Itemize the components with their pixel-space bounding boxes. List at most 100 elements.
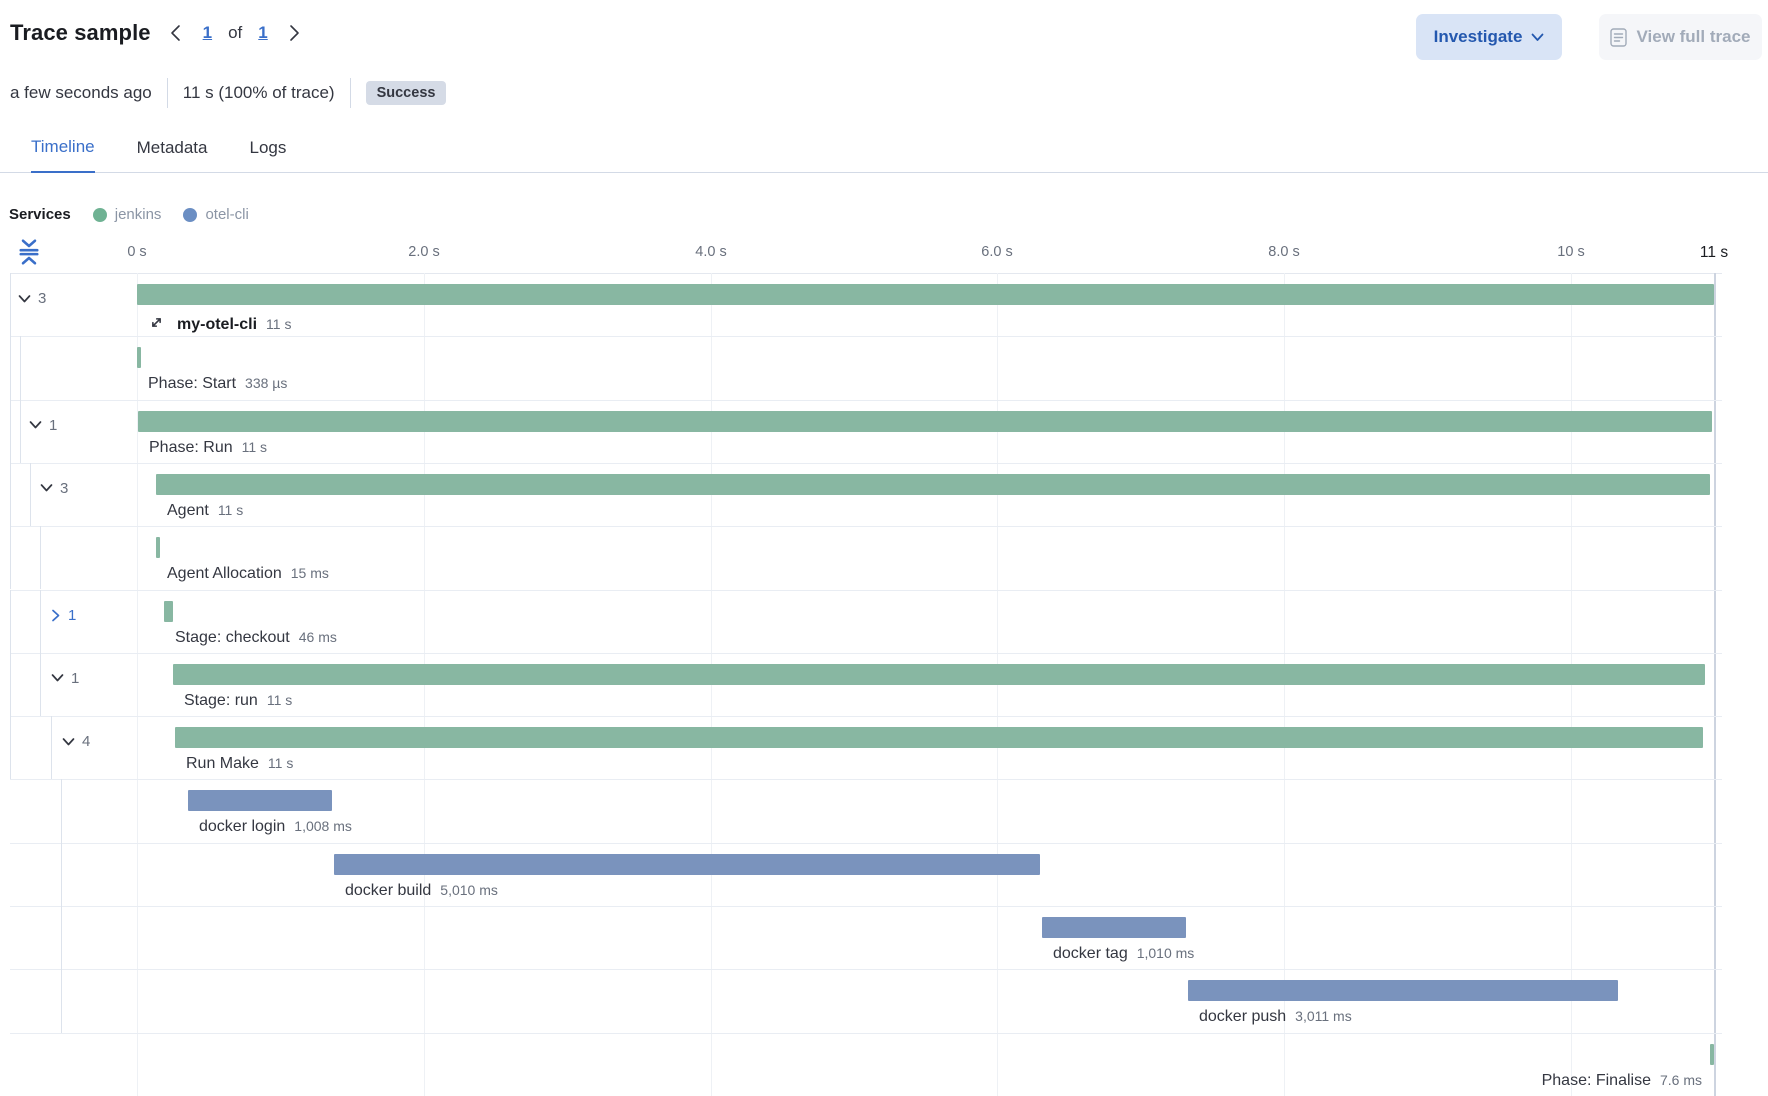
waterfall-row-my-otel-cli[interactable]: 3 my-otel-cli11 s: [0, 273, 1768, 336]
span-label-agent[interactable]: Agent 11 s: [167, 502, 243, 520]
legend-item-jenkins: jenkins: [93, 206, 162, 223]
span-bar-docker-build[interactable]: [334, 854, 1040, 875]
span-label-docker-tag[interactable]: docker tag 1,010 ms: [1053, 945, 1194, 963]
axis-tick-4-0-s: 4.0 s: [695, 244, 726, 260]
span-bar-my-otel-cli[interactable]: [137, 284, 1714, 305]
waterfall-row-agent-allocation[interactable]: Agent Allocation15 ms: [0, 526, 1768, 589]
child-count: 1: [49, 417, 57, 434]
span-label-docker-login[interactable]: docker login1,008 ms: [199, 818, 352, 836]
span-duration: 338 µs: [245, 375, 287, 391]
indent-guide: [61, 843, 62, 906]
span-bar-agent-allocation[interactable]: [156, 537, 160, 558]
waterfall-row-docker-build[interactable]: docker build 5,010 ms: [0, 843, 1768, 906]
row-separator: [10, 906, 1722, 907]
chevron-right-icon: [289, 24, 300, 42]
span-name: docker build: [345, 882, 431, 900]
trace-summary: a few seconds ago 11 s (100% of trace) S…: [10, 78, 446, 108]
span-bar-agent[interactable]: [156, 474, 1710, 495]
row-separator: [10, 1033, 1722, 1034]
prev-trace-button[interactable]: [165, 22, 187, 44]
chevron-down-icon: [62, 737, 75, 747]
span-name: Agent: [167, 502, 209, 520]
waterfall-row-agent[interactable]: 3 Agent 11 s: [0, 463, 1768, 526]
span-label-my-otel-cli[interactable]: my-otel-cli11 s: [148, 312, 291, 334]
span-bar-phase-run[interactable]: [138, 411, 1712, 432]
span-duration: 7.6 ms: [1660, 1072, 1702, 1088]
pager-current-link[interactable]: 1: [203, 23, 212, 43]
span-label-agent-allocation[interactable]: Agent Allocation15 ms: [167, 565, 329, 583]
span-label-phase-finalise[interactable]: Phase: Finalise7.6 ms: [1542, 1072, 1702, 1090]
indent-guide: [10, 336, 11, 399]
span-label-phase-run[interactable]: Phase: Run11 s: [149, 439, 267, 457]
indent-guide: [10, 526, 11, 589]
span-bar-phase-start[interactable]: [137, 347, 141, 368]
legend-label-otel-cli: otel-cli: [205, 206, 248, 223]
span-name: Stage: run: [184, 692, 258, 710]
collapse-toggle-agent[interactable]: 3: [40, 480, 68, 497]
indent-guide: [61, 906, 62, 969]
view-full-trace-button[interactable]: View full trace: [1599, 14, 1762, 60]
fold-icon: [17, 238, 41, 266]
row-separator: [10, 843, 1722, 844]
header: Trace sample 1 of 1: [10, 20, 306, 46]
child-count: 1: [68, 607, 76, 624]
waterfall-row-stage-run[interactable]: 1 Stage: run11 s: [0, 653, 1768, 716]
row-separator: [10, 969, 1722, 970]
expand-toggle-stage-checkout[interactable]: 1: [51, 607, 76, 624]
waterfall-row-phase-run[interactable]: 1 Phase: Run11 s: [0, 400, 1768, 463]
span-bar-docker-login[interactable]: [188, 790, 332, 811]
tab-timeline[interactable]: Timeline: [31, 137, 95, 173]
span-duration: 11 s: [242, 439, 267, 455]
document-icon: [1610, 28, 1627, 47]
collapse-all-button[interactable]: [17, 238, 41, 271]
span-bar-phase-finalise[interactable]: [1710, 1044, 1714, 1065]
span-duration: 5,010 ms: [440, 882, 498, 898]
span-duration: 11 s: [268, 755, 293, 771]
indent-guide: [10, 716, 11, 779]
span-label-run-make[interactable]: Run Make11 s: [186, 755, 293, 773]
span-label-stage-run[interactable]: Stage: run11 s: [184, 692, 292, 710]
tab-metadata[interactable]: Metadata: [137, 138, 208, 172]
waterfall-row-docker-login[interactable]: docker login1,008 ms: [0, 779, 1768, 842]
collapse-toggle-stage-run[interactable]: 1: [51, 670, 79, 687]
waterfall-row-docker-tag[interactable]: docker tag 1,010 ms: [0, 906, 1768, 969]
span-bar-stage-run[interactable]: [173, 664, 1705, 685]
view-full-trace-label: View full trace: [1636, 27, 1750, 47]
waterfall-row-stage-checkout[interactable]: 1 Stage: checkout46 ms: [0, 590, 1768, 653]
waterfall-row-phase-finalise[interactable]: Phase: Finalise7.6 ms: [0, 1033, 1768, 1096]
pager-of-label: of: [228, 23, 242, 43]
waterfall-row-docker-push[interactable]: docker push3,011 ms: [0, 969, 1768, 1032]
span-duration: 11 s: [218, 502, 243, 518]
next-trace-button[interactable]: [284, 22, 306, 44]
indent-guide: [10, 273, 11, 336]
collapse-toggle-phase-run[interactable]: 1: [29, 417, 57, 434]
span-duration: 1,010 ms: [1137, 945, 1195, 961]
span-label-stage-checkout[interactable]: Stage: checkout46 ms: [175, 629, 337, 647]
tab-logs[interactable]: Logs: [250, 138, 287, 172]
span-duration: 11 s: [266, 316, 291, 332]
waterfall-row-phase-start[interactable]: Phase: Start 338 µs: [0, 336, 1768, 399]
indent-guide: [20, 400, 21, 463]
span-bar-docker-push[interactable]: [1188, 980, 1618, 1001]
span-name: Phase: Start: [148, 375, 236, 393]
span-bar-stage-checkout[interactable]: [164, 601, 173, 622]
divider: [167, 78, 168, 108]
pager-total-link[interactable]: 1: [258, 23, 267, 43]
investigate-button[interactable]: Investigate: [1416, 14, 1562, 60]
span-bar-run-make[interactable]: [175, 727, 1703, 748]
span-label-docker-build[interactable]: docker build 5,010 ms: [345, 882, 498, 900]
span-bar-docker-tag[interactable]: [1042, 917, 1186, 938]
waterfall-row-run-make[interactable]: 4 Run Make11 s: [0, 716, 1768, 779]
row-separator: [10, 463, 1722, 464]
indent-guide: [30, 463, 31, 526]
indent-guide: [10, 463, 11, 526]
trace-span-icon-wrap: [148, 314, 165, 336]
span-label-docker-push[interactable]: docker push3,011 ms: [1199, 1008, 1352, 1026]
chevron-right-icon: [51, 609, 61, 622]
collapse-toggle-my-otel-cli[interactable]: 3: [18, 290, 46, 307]
span-label-phase-start[interactable]: Phase: Start 338 µs: [148, 375, 287, 393]
span-name: docker tag: [1053, 945, 1128, 963]
investigate-label: Investigate: [1434, 27, 1523, 47]
row-separator: [10, 716, 1722, 717]
collapse-toggle-run-make[interactable]: 4: [62, 733, 90, 750]
